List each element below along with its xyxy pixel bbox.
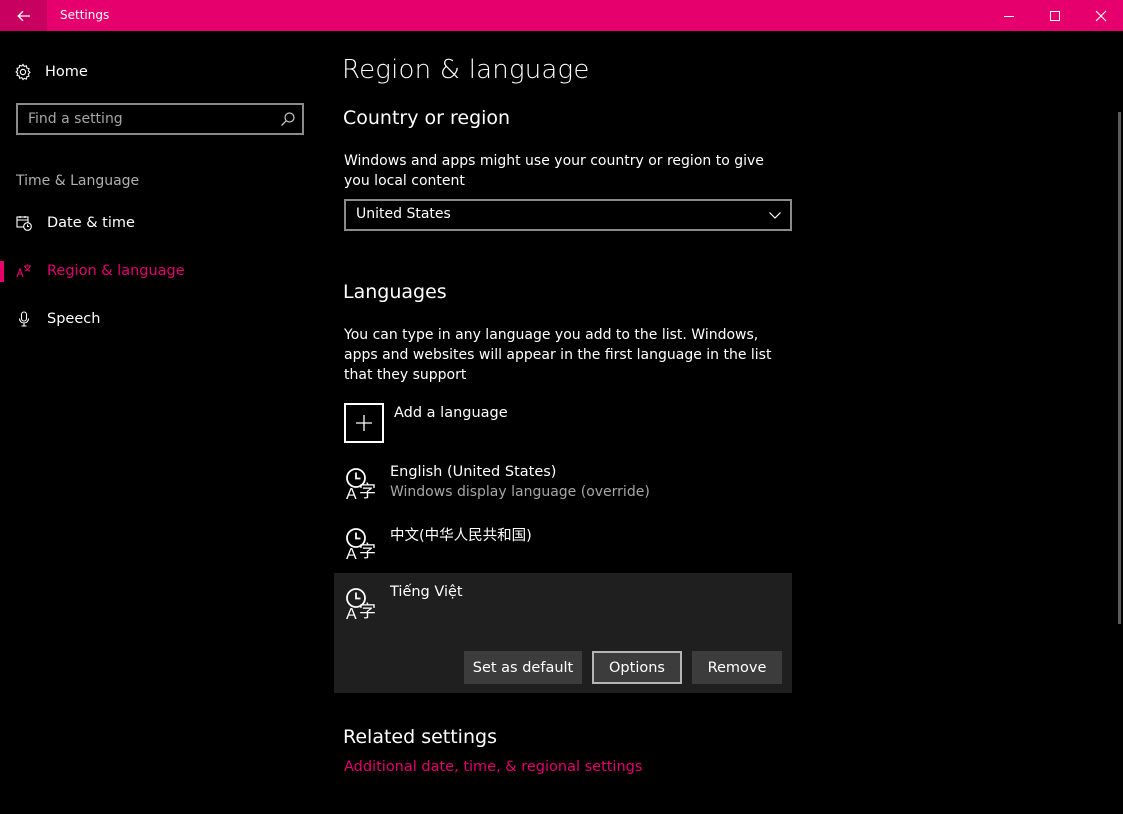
maximize-button[interactable] [1032, 0, 1078, 31]
nav-home-label: Home [45, 64, 88, 80]
title-bar: Settings [0, 0, 1123, 31]
language-item-vietnamese[interactable]: A 字 Tiếng Việt [344, 584, 784, 624]
svg-text:A: A [346, 486, 357, 502]
nav-group-heading: Time & Language [16, 173, 140, 189]
maximize-icon [1050, 10, 1060, 21]
microphone-icon [18, 311, 30, 327]
country-select-value: United States [356, 206, 451, 222]
selection-indicator [0, 261, 4, 282]
sidebar-item-region-language[interactable]: Region & language [16, 259, 185, 283]
minimize-icon [1004, 15, 1014, 17]
language-item-chinese[interactable]: A 字 中文(中华人民共和国) [344, 524, 784, 564]
sidebar-item-date-time[interactable]: Date & time [16, 211, 135, 235]
svg-text:字: 字 [359, 542, 376, 562]
sidebar-item-speech[interactable]: Speech [16, 307, 100, 331]
language-item-english[interactable]: A 字 English (United States) Windows disp… [344, 464, 784, 508]
region-language-icon [16, 264, 31, 278]
svg-text:A: A [346, 546, 357, 562]
additional-settings-link[interactable]: Additional date, time, & regional settin… [344, 759, 642, 775]
add-language-label: Add a language [394, 405, 508, 421]
language-name: English (United States) [390, 464, 557, 480]
page-title: Region & language [342, 55, 590, 85]
search-icon[interactable] [280, 111, 296, 127]
svg-text:字: 字 [359, 602, 376, 622]
country-heading: Country or region [343, 107, 511, 129]
language-icon: A 字 [346, 588, 376, 622]
language-icon: A 字 [346, 468, 376, 502]
add-language-box[interactable] [344, 403, 384, 443]
set-as-default-button[interactable]: Set as default [464, 651, 582, 684]
language-item-vietnamese-selected[interactable]: A 字 Tiếng Việt Set as default Options Re… [334, 573, 792, 693]
nav-home[interactable]: Home [14, 60, 88, 84]
plus-icon [356, 415, 372, 431]
svg-text:A: A [346, 606, 357, 622]
country-select[interactable]: United States [344, 199, 792, 231]
remove-button[interactable]: Remove [692, 651, 782, 684]
scrollbar[interactable] [1118, 112, 1121, 624]
chevron-down-icon [769, 212, 781, 219]
sidebar-item-label: Date & time [47, 215, 135, 231]
related-settings-heading: Related settings [343, 726, 497, 748]
languages-description: You can type in any language you add to … [344, 327, 772, 383]
options-button[interactable]: Options [592, 651, 682, 684]
close-icon [1095, 10, 1107, 21]
country-description: Windows and apps might use your country … [344, 153, 764, 189]
add-language-button[interactable]: Add a language [344, 403, 508, 443]
language-name: 中文(中华人民共和国) [390, 528, 532, 544]
language-status: Windows display language (override) [390, 484, 650, 500]
back-button[interactable] [0, 0, 47, 31]
close-button[interactable] [1078, 0, 1123, 31]
date-time-icon [16, 216, 32, 231]
languages-heading: Languages [343, 281, 447, 303]
language-icon: A 字 [346, 528, 376, 562]
svg-text:字: 字 [359, 482, 376, 502]
minimize-button[interactable] [986, 0, 1032, 31]
window-title: Settings [60, 8, 110, 22]
search-placeholder: Find a setting [28, 111, 123, 127]
sidebar-item-label: Region & language [47, 263, 185, 279]
language-name: Tiếng Việt [390, 584, 463, 600]
back-icon [16, 10, 30, 21]
sidebar-item-label: Speech [47, 311, 101, 327]
search-input[interactable]: Find a setting [16, 103, 304, 135]
gear-icon [15, 63, 31, 81]
